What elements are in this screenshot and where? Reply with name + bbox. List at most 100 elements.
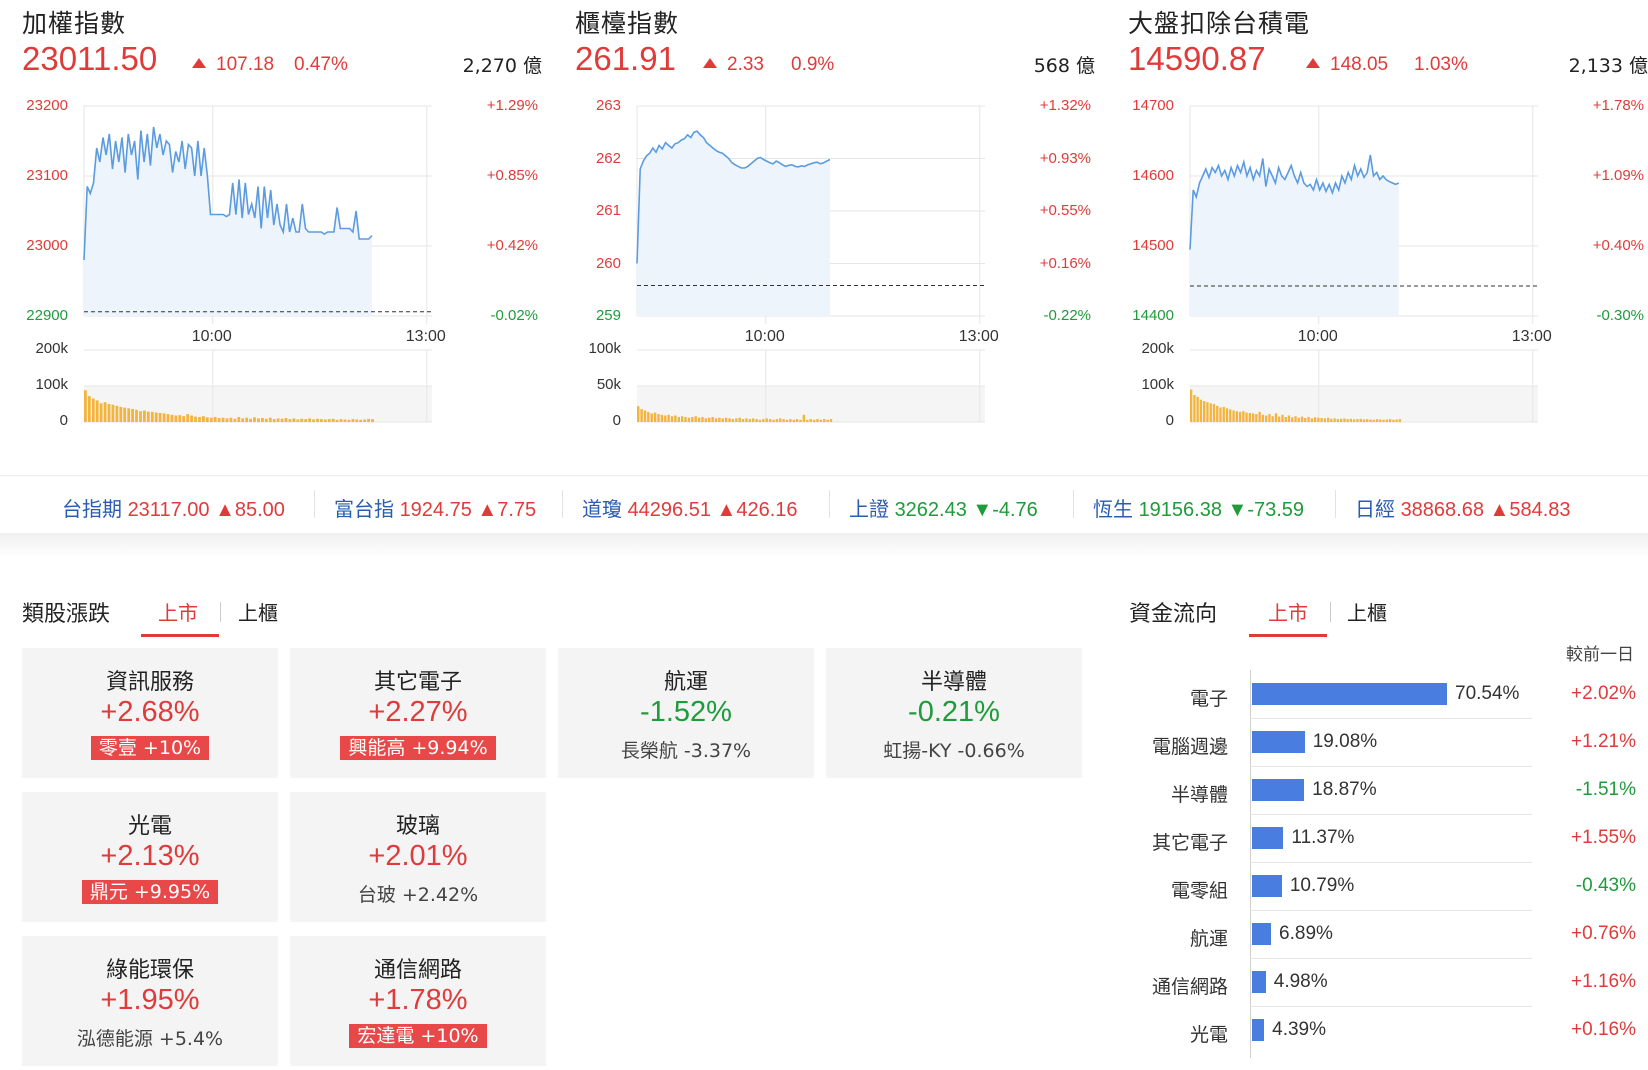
sector-pct: -1.52% xyxy=(640,696,732,728)
volume-bar xyxy=(687,417,691,422)
y-tick-right: -0.22% xyxy=(1043,307,1091,324)
sector-pct: +2.01% xyxy=(368,840,468,872)
flow-bar xyxy=(1252,683,1447,705)
sector-card[interactable]: 綠能環保 +1.95% 泓德能源 +5.4% xyxy=(22,936,278,1066)
flow-change: -0.43% xyxy=(1575,875,1636,896)
volume-bar xyxy=(758,419,762,422)
volume-bar xyxy=(762,419,765,422)
sector-card[interactable]: 其它電子 +2.27% 興能高 +9.94% xyxy=(290,648,546,778)
flow-sector-name: 航運 xyxy=(1189,928,1228,950)
volume-bar xyxy=(748,419,751,422)
sector-pct: +2.68% xyxy=(100,696,200,728)
volume-bar xyxy=(1327,417,1330,422)
sector-card[interactable]: 玻璃 +2.01% 台玻 +2.42% xyxy=(290,792,546,922)
volume-bar xyxy=(1248,413,1251,422)
top-stock-badge: 宏達電 +10% xyxy=(349,1024,487,1048)
ticker-item[interactable]: 日經 38868.68 ▲584.83 xyxy=(1355,493,1571,522)
volume-bar xyxy=(1388,419,1392,422)
volume-bar xyxy=(1330,418,1333,422)
volume-bar xyxy=(782,419,785,422)
volume-bar xyxy=(91,398,95,422)
volume-tick: 0 xyxy=(59,412,68,429)
sector-card[interactable]: 航運 -1.52% 長榮航 -3.37% xyxy=(558,648,814,778)
flow-axis xyxy=(1250,670,1251,1058)
sector-name: 半導體 xyxy=(920,670,987,695)
volume-bar xyxy=(84,390,87,422)
volume-bar xyxy=(205,417,209,422)
flow-change: +1.16% xyxy=(1571,971,1636,992)
volume-bar xyxy=(87,396,91,422)
y-tick-right: +1.78% xyxy=(1592,97,1644,114)
flow-change: -1.51% xyxy=(1575,779,1636,800)
compare-label: 較前一日 xyxy=(1566,645,1634,665)
volume-bar xyxy=(127,408,131,422)
volume-bar xyxy=(775,419,779,422)
index-panel-ex-tsmc[interactable]: 大盤扣除台積電 14590.87 148.05 1.03% 2,133 億 14… xyxy=(1128,0,1648,470)
ticker-divider xyxy=(562,490,563,518)
sector-name: 航運 xyxy=(663,670,708,695)
volume-bar xyxy=(1271,416,1274,422)
volume-bar xyxy=(304,419,308,422)
sector-card[interactable]: 資訊服務 +2.68% 零壹 +10% xyxy=(22,648,278,778)
volume-bar xyxy=(312,419,315,422)
volume-bar xyxy=(1379,419,1382,422)
volume-bar xyxy=(1196,396,1199,422)
flow-sector-name: 電子 xyxy=(1189,688,1228,710)
volume-bar xyxy=(323,419,327,422)
volume-bar xyxy=(819,419,822,422)
ticker-item[interactable]: 恆生 19156.38 ▼-73.59 xyxy=(1093,493,1304,522)
flow-row-divider xyxy=(1250,1006,1532,1007)
index-panel-taiex[interactable]: 加權指數 23011.50 107.18 0.47% 2,270 億 23200… xyxy=(22,0,542,470)
volume-bar xyxy=(253,417,256,422)
volume-bar xyxy=(202,416,205,422)
flow-sector-name: 半導體 xyxy=(1170,784,1228,806)
y-tick-right: +0.16% xyxy=(1039,254,1091,272)
volume-bar xyxy=(347,419,351,422)
volume-bar xyxy=(779,418,782,422)
ticker-item[interactable]: 上證 3262.43 ▼-4.76 xyxy=(849,493,1038,522)
flow-sector-name: 光電 xyxy=(1189,1024,1228,1046)
index-panel-otc[interactable]: 櫃檯指數 261.91 2.33 0.9% 568 億 263 +1.32% 262… xyxy=(575,0,1095,470)
flow-share: 6.89% xyxy=(1279,923,1333,944)
y-tick-right: +1.32% xyxy=(1039,97,1091,114)
flow-sector-name: 電腦週邊 xyxy=(1151,736,1228,758)
volume-bar xyxy=(367,418,370,422)
ticker-item[interactable]: 富台指 1924.75 ▲7.75 xyxy=(334,493,536,522)
volume-bar xyxy=(1235,411,1238,422)
y-tick-right: -0.30% xyxy=(1596,307,1644,324)
sector-card[interactable]: 光電 +2.13% 鼎元 +9.95% xyxy=(22,792,278,922)
volume-bar xyxy=(812,419,816,422)
y-tick-right: -0.02% xyxy=(490,307,538,324)
volume-bar xyxy=(225,418,229,422)
volume-bar xyxy=(1258,411,1261,422)
volume-bar xyxy=(785,419,789,422)
tab-flow-otc[interactable]: 上櫃 xyxy=(1347,597,1387,626)
sector-top-stock: 虹揚-KY -0.66% xyxy=(883,740,1025,762)
tab-sector-otc[interactable]: 上櫃 xyxy=(238,597,278,626)
volume-bar xyxy=(233,418,237,422)
tab-flow-listed[interactable]: 上市 xyxy=(1268,597,1308,626)
sector-top-stock: 宏達電 +10% xyxy=(290,1024,546,1048)
price-chart-svg xyxy=(83,105,432,423)
tab-sector-listed[interactable]: 上市 xyxy=(158,597,198,626)
volume-bar xyxy=(1265,415,1268,422)
sector-card[interactable]: 通信網路 +1.78% 宏達電 +10% xyxy=(290,936,546,1066)
ticker-item[interactable]: 道瓊 44296.51 ▲426.16 xyxy=(582,493,798,522)
volume-bar xyxy=(1304,418,1307,422)
volume-bar xyxy=(119,406,123,422)
volume-bar xyxy=(795,419,799,422)
x-tick: 10:00 xyxy=(191,328,232,345)
volume-bar xyxy=(154,412,158,422)
volume-bar xyxy=(694,416,697,422)
volume-bar xyxy=(1232,410,1235,422)
sector-card[interactable]: 半導體 -0.21% 虹揚-KY -0.66% xyxy=(826,648,1082,778)
volume-bar xyxy=(300,418,304,422)
sector-name: 綠能環保 xyxy=(105,958,194,983)
flow-bar xyxy=(1252,923,1271,945)
volume-bar xyxy=(1366,419,1369,422)
volume-bar xyxy=(245,417,249,422)
ticker-item[interactable]: 台指期 23117.00 ▲85.00 xyxy=(62,493,285,522)
y-tick-left: 14500 xyxy=(1132,237,1174,254)
sector-pct: +2.27% xyxy=(368,696,468,728)
volume-bar xyxy=(1395,419,1398,422)
